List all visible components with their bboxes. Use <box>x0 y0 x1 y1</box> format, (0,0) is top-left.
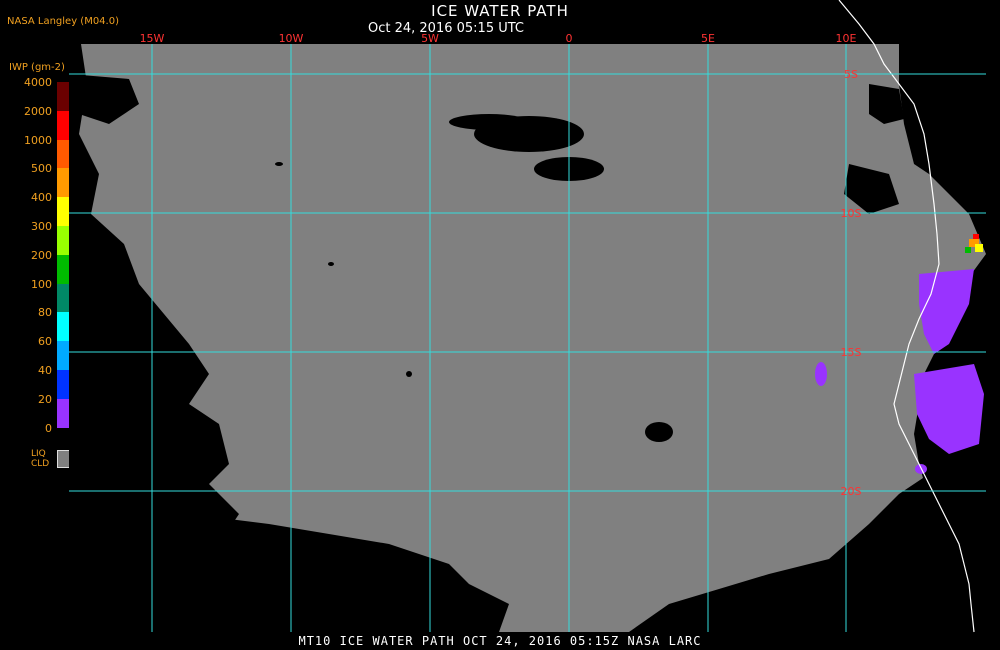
legend-tick-label: 40 <box>38 364 52 377</box>
latitude-label: 20S <box>841 485 862 498</box>
satellite-map: 15W 10W 5W 0 5E 10E 5S 10S 15S 20S <box>69 0 986 633</box>
legend-tick-label: 60 <box>38 335 52 349</box>
legend-tick-label: 300 <box>31 220 52 233</box>
latitude-label: 10S <box>841 207 862 220</box>
legend-tick-label: 400 <box>31 191 52 205</box>
source-label: NASA Langley (M04.0) <box>7 16 119 27</box>
longitude-label: 10W <box>279 32 304 45</box>
longitude-label: 15W <box>140 32 165 45</box>
latitude-label: 5S <box>844 68 858 81</box>
legend-tick-label: 2000 <box>24 104 52 118</box>
footer-caption: MT10 ICE WATER PATH OCT 24, 2016 05:15Z … <box>298 634 702 648</box>
cld-label: CLD <box>31 459 50 469</box>
legend-tick-label: 500 <box>31 162 52 176</box>
legend-tick-label: 100 <box>31 277 52 291</box>
legend-tick-label: 1000 <box>24 133 52 147</box>
legend-tick-label: 4000 <box>24 76 52 89</box>
map-title: ICE WATER PATH <box>431 2 569 20</box>
legend-tick-label: 20 <box>38 392 52 406</box>
latitude-label: 15S <box>841 346 862 359</box>
legend-tick-label: 80 <box>38 306 52 320</box>
longitude-label: 0 <box>566 32 573 45</box>
longitude-label: 10E <box>836 32 857 45</box>
longitude-label: 5W <box>421 32 439 45</box>
liquid-cloud-label: LIQ CLD <box>31 449 49 469</box>
liq-label: LIQ <box>31 449 46 459</box>
legend-tick-label: 200 <box>31 248 52 262</box>
legend-tick-label: 0 <box>45 421 52 435</box>
longitude-label: 5E <box>701 32 715 45</box>
legend-unit-label: IWP (gm-2) <box>9 62 65 73</box>
